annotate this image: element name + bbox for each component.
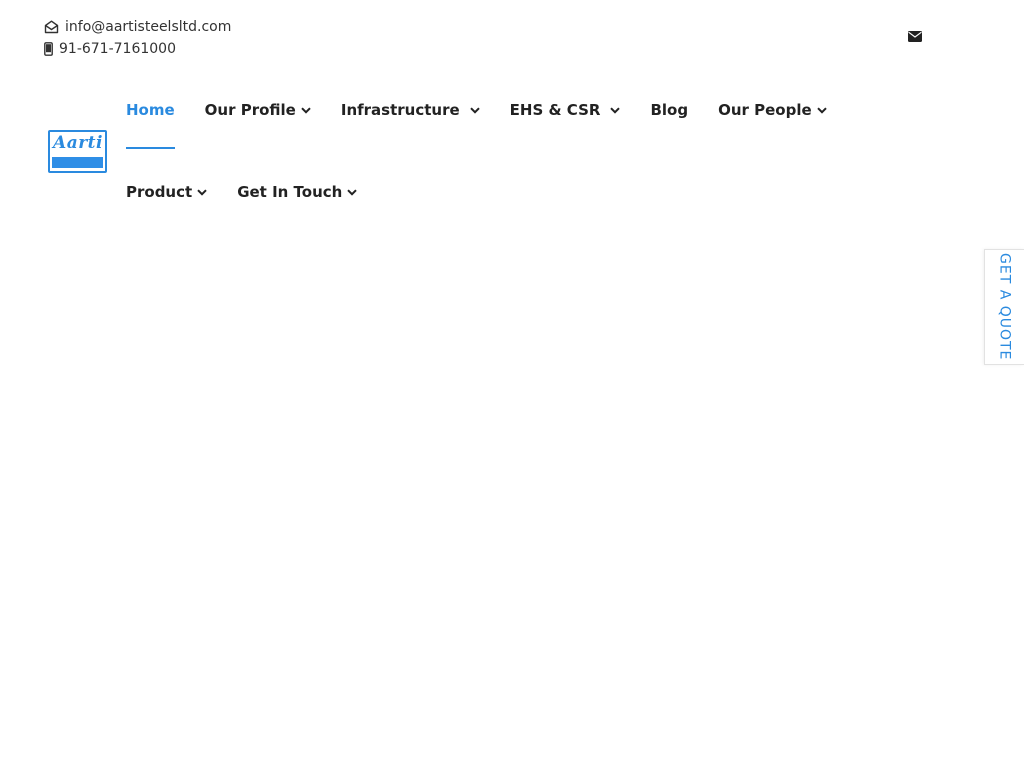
nav-label: Blog <box>650 101 689 119</box>
chevron-down-icon <box>197 188 207 196</box>
nav-label: Home <box>126 101 175 119</box>
nav-link-get-in-touch[interactable]: Get In Touch <box>237 182 358 202</box>
chevron-down-icon <box>610 106 621 114</box>
contact-phone-row[interactable]: 91-671-7161000 <box>44 38 231 60</box>
nav-link-ehs-csr[interactable]: EHS & CSR <box>510 100 621 120</box>
nav-item-blog[interactable]: Blog <box>650 88 688 170</box>
envelope-icon[interactable] <box>907 29 923 43</box>
nav-link-our-people[interactable]: Our People <box>718 100 827 120</box>
nav-link-blog[interactable]: Blog <box>650 100 688 120</box>
get-a-quote-button[interactable]: GET A QUOTE <box>984 249 1024 365</box>
nav-item-ehs-csr[interactable]: EHS & CSR <box>510 88 621 170</box>
nav-link-product[interactable]: Product <box>126 182 207 202</box>
nav-label: Product <box>126 183 193 201</box>
nav-link-our-profile[interactable]: Our Profile <box>205 100 311 120</box>
nav-label: Our Profile <box>204 101 296 119</box>
contact-phone[interactable]: 91-671-7161000 <box>59 38 176 60</box>
nav-item-home[interactable]: Home <box>126 88 175 170</box>
nav-label: Get In Touch <box>237 183 343 201</box>
chevron-down-icon <box>347 188 358 196</box>
nav-label: Infrastructure <box>340 101 460 119</box>
mobile-phone-icon <box>44 42 53 56</box>
nav-item-get-in-touch[interactable]: Get In Touch <box>237 170 358 252</box>
top-contact-bar: info@aartisteelsltd.com 91-671-7161000 <box>44 16 231 60</box>
chevron-down-icon <box>469 106 480 114</box>
brand-logo[interactable]: Aarti <box>48 130 107 173</box>
nav-link-infrastructure[interactable]: Infrastructure <box>341 100 480 120</box>
nav-label: Our People <box>718 101 812 119</box>
nav-menu: Home Our Profile Infrastructure EHS & CS… <box>126 88 906 252</box>
logo-bar <box>52 157 103 168</box>
get-a-quote-label: GET A QUOTE <box>996 253 1013 361</box>
nav-item-our-profile[interactable]: Our Profile <box>205 88 311 170</box>
nav-label: EHS & CSR <box>509 101 601 119</box>
logo-text: Aarti <box>53 133 103 153</box>
envelope-open-icon <box>44 20 59 34</box>
chevron-down-icon <box>301 106 311 114</box>
main-navigation: Home Our Profile Infrastructure EHS & CS… <box>126 88 906 252</box>
nav-item-infrastructure[interactable]: Infrastructure <box>341 88 480 170</box>
chevron-down-icon <box>816 106 827 114</box>
contact-email[interactable]: info@aartisteelsltd.com <box>65 16 231 38</box>
nav-link-home[interactable]: Home <box>126 100 175 120</box>
contact-email-row[interactable]: info@aartisteelsltd.com <box>44 16 231 38</box>
nav-item-product[interactable]: Product <box>126 170 207 252</box>
nav-item-our-people[interactable]: Our People <box>718 88 827 170</box>
